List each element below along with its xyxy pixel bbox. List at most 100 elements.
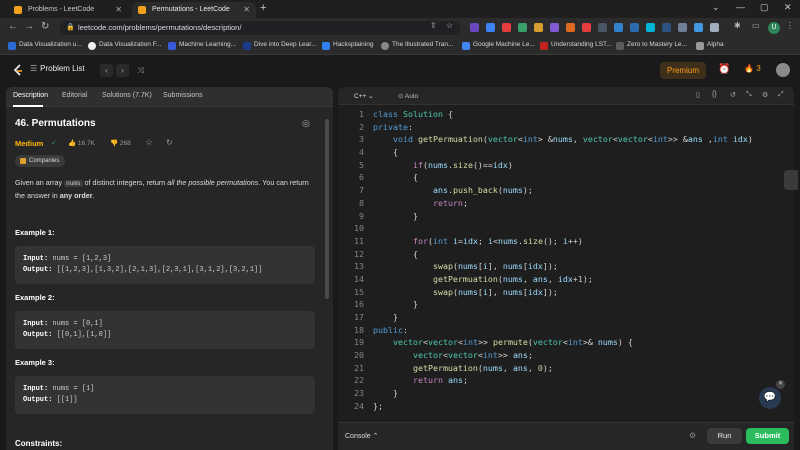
code-line[interactable]: 24};	[338, 400, 794, 413]
close-icon[interactable]: ✕	[243, 2, 250, 18]
code-line[interactable]: 11 for(int i=idx; i<nums.size(); i++)	[338, 235, 794, 248]
back-icon[interactable]: ←	[8, 21, 18, 32]
tab-submissions[interactable]: Submissions	[163, 92, 203, 99]
bookmark-item[interactable]: Dive into Deep Lear...	[243, 41, 317, 50]
code-line[interactable]: 7 ans.push_back(nums);	[338, 184, 794, 197]
code-line[interactable]: 22 return ans;	[338, 374, 794, 387]
bookmark-item[interactable]: Zero to Mastery Le...	[616, 41, 687, 50]
url-input[interactable]: 🔒 leetcode.com/problems/permutations/des…	[60, 21, 460, 35]
bookmark-item[interactable]: Data Visualization u...	[8, 41, 82, 50]
close-icon[interactable]: ✕	[115, 2, 122, 18]
shuffle-icon[interactable]: ⤨	[134, 64, 147, 77]
extension-icon[interactable]	[598, 23, 607, 32]
fullscreen-icon[interactable]: ⤡	[746, 91, 752, 99]
companies-tag[interactable]: Companies	[15, 155, 66, 167]
bookmark-item[interactable]: Google Machine Le...	[462, 41, 535, 50]
chevron-down-icon[interactable]: ⌄	[712, 2, 720, 13]
code-line[interactable]: 12 {	[338, 248, 794, 261]
bookmark-item[interactable]: Hacksplaining	[322, 41, 373, 50]
code-line[interactable]: 10	[338, 222, 794, 235]
code-line[interactable]: 2 private:	[338, 121, 794, 134]
premium-button[interactable]: Premium	[660, 62, 706, 79]
code-line[interactable]: 16 }	[338, 298, 794, 311]
next-problem-button[interactable]: ›	[116, 64, 129, 77]
streak-counter[interactable]: 🔥 3	[744, 64, 761, 73]
more-menu-icon[interactable]: ⋮	[786, 21, 794, 30]
code-line[interactable]: 5 if(nums.size()==idx)	[338, 159, 794, 172]
profile-avatar[interactable]: U	[768, 22, 780, 34]
code-line[interactable]: 23 }	[338, 387, 794, 400]
close-icon[interactable]: ✕	[776, 380, 785, 389]
extensions-puzzle-icon[interactable]: ✱	[734, 21, 741, 30]
reset-icon[interactable]: ↺	[730, 91, 736, 99]
code-line[interactable]: 4 {	[338, 146, 794, 159]
code-line[interactable]: 15 swap(nums[i], nums[idx]);	[338, 286, 794, 299]
language-select[interactable]: C++ ⌄	[354, 92, 374, 100]
refresh-icon[interactable]: ↻	[166, 138, 173, 147]
panel-resize-handle[interactable]	[334, 87, 337, 450]
extension-icon[interactable]	[662, 23, 671, 32]
code-line[interactable]: 3 void getPermuation(vector<int> &nums, …	[338, 133, 794, 146]
extension-icon[interactable]	[710, 23, 719, 32]
bookmark-item[interactable]: The Illustrated Tran...	[381, 41, 453, 50]
tab-editorial[interactable]: Editorial	[62, 92, 87, 99]
code-line[interactable]: 20 vector<vector<int>> ans;	[338, 349, 794, 362]
prev-problem-button[interactable]: ‹	[100, 64, 113, 77]
code-line[interactable]: 1 class Solution {	[338, 108, 794, 121]
run-button[interactable]: Run	[707, 428, 742, 444]
bookmark-item[interactable]: Understanding LST...	[540, 41, 612, 50]
extension-icon[interactable]	[646, 23, 655, 32]
leetcode-logo-icon[interactable]	[12, 64, 24, 77]
tab-solutions[interactable]: Solutions (7.7K)	[102, 92, 152, 99]
expand-icon[interactable]: ⤢	[778, 91, 784, 99]
code-line[interactable]: 9 }	[338, 210, 794, 223]
bookmark-icon[interactable]: ▯	[696, 91, 700, 99]
code-line[interactable]: 19 vector<vector<int>> permute(vector<in…	[338, 336, 794, 349]
console-toggle[interactable]: Console ⌃	[345, 432, 379, 440]
sidebar-toggle-icon[interactable]: ▭	[752, 21, 760, 30]
bookmark-item[interactable]: Machine Learning...	[168, 41, 236, 50]
code-line[interactable]: 18 public:	[338, 324, 794, 337]
notes-icon[interactable]: ◎	[302, 118, 310, 129]
submit-button[interactable]: Submit	[746, 428, 789, 444]
forward-icon[interactable]: →	[24, 21, 34, 32]
braces-icon[interactable]: {}	[712, 91, 717, 98]
extension-icon[interactable]	[534, 23, 543, 32]
code-line[interactable]: 21 getPermuation(nums, ans, 0);	[338, 362, 794, 375]
bookmark-item[interactable]: Data Visualization F...	[88, 41, 161, 50]
extension-icon[interactable]	[694, 23, 703, 32]
extension-icon[interactable]	[518, 23, 527, 32]
chat-assistant-button[interactable]: 💬	[759, 387, 781, 409]
maximize-icon[interactable]: ▢	[760, 2, 769, 13]
gear-icon[interactable]: ⚙	[689, 431, 696, 440]
extension-icon[interactable]	[582, 23, 591, 32]
browser-tab-problems[interactable]: Problems - LeetCode ✕	[8, 2, 128, 18]
extension-icon[interactable]	[550, 23, 559, 32]
gear-icon[interactable]: ⚙	[762, 91, 768, 99]
favorite-star-icon[interactable]: ☆	[145, 137, 153, 148]
autocomplete-toggle[interactable]: ⊙ Auto	[398, 92, 418, 100]
minimize-icon[interactable]: —	[736, 2, 745, 12]
side-drawer-handle[interactable]	[784, 170, 798, 190]
scrollbar[interactable]	[325, 119, 329, 299]
new-tab-icon[interactable]: +	[260, 2, 266, 14]
code-area[interactable]: 1 class Solution {2 private: 3 void getPerm…	[338, 108, 794, 413]
dislike-button[interactable]: 👎 268	[110, 139, 131, 147]
bookmark-star-icon[interactable]: ☆	[446, 21, 453, 30]
code-line[interactable]: 13 swap(nums[i], nums[idx]);	[338, 260, 794, 273]
browser-tab-permutations[interactable]: Permutations - LeetCode ✕	[132, 2, 256, 18]
like-button[interactable]: 👍 16.7K	[68, 139, 95, 147]
page-title[interactable]: 46. Permutations	[15, 118, 96, 129]
share-icon[interactable]: ⇪	[430, 21, 437, 30]
window-close-icon[interactable]: ✕	[784, 2, 792, 13]
code-line[interactable]: 14 getPermuation(nums, ans, idx+1);	[338, 273, 794, 286]
extension-icon[interactable]	[678, 23, 687, 32]
alarm-clock-icon[interactable]: ⏰	[718, 64, 730, 75]
extension-icon[interactable]	[566, 23, 575, 32]
code-line[interactable]: 6 {	[338, 171, 794, 184]
extension-icon[interactable]	[470, 23, 479, 32]
extension-icon[interactable]	[614, 23, 623, 32]
code-line[interactable]: 8 return;	[338, 197, 794, 210]
tab-description[interactable]: Description	[13, 92, 48, 99]
extension-icon[interactable]	[630, 23, 639, 32]
